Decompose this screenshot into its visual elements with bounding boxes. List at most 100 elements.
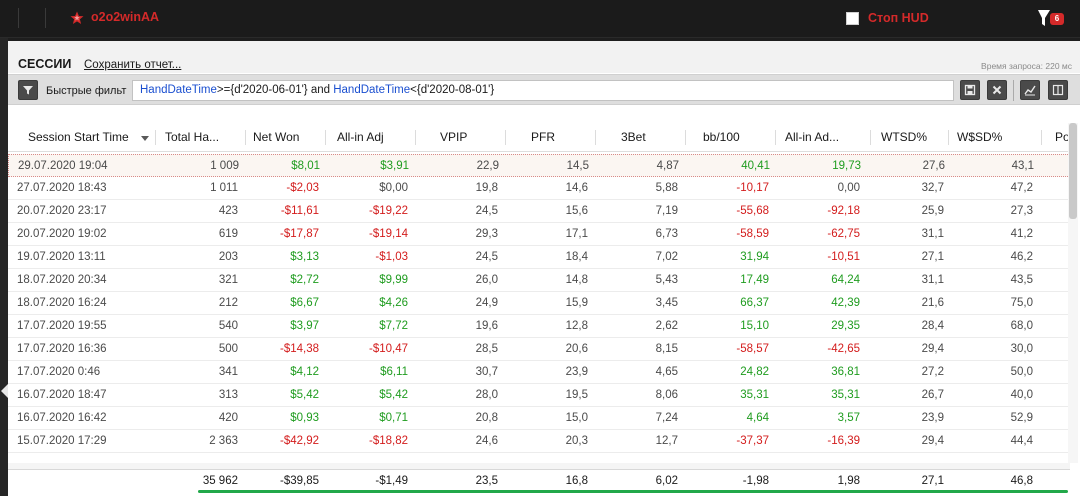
column-header-vpip[interactable]: VPIP	[416, 123, 506, 152]
save-report-link[interactable]: Сохранить отчет...	[84, 59, 181, 71]
sort-descending-icon	[141, 136, 149, 141]
table-row[interactable]: 17.07.2020 19:55 540 $3,97 $7,72 19,6 12,8 2,6…	[8, 315, 1070, 338]
table-row[interactable]: 20.07.2020 19:02 619 -$17,87 -$19,14 29,3 17,…	[8, 223, 1070, 246]
clear-filter-button[interactable]	[987, 80, 1007, 100]
cell-all-in-adj-bb: 29,35	[831, 320, 860, 332]
column-layout-button[interactable]	[1048, 80, 1068, 100]
column-header-total-hands[interactable]: Total Ha...	[156, 123, 246, 152]
cell-session-start-time: 19.07.2020 13:11	[17, 251, 106, 263]
table-row[interactable]: 27.07.2020 18:43 1 011 -$2,03 $0,00 19,8 14,6…	[8, 177, 1070, 200]
cell-net-won: -$2,03	[286, 182, 319, 194]
column-header-label: All-in Ad...	[785, 130, 840, 144]
stop-hud-checkbox[interactable]	[846, 12, 859, 25]
cell-wtsd: 29,4	[921, 435, 944, 447]
cell-vpip: 28,0	[475, 389, 498, 401]
page-title: СЕССИИ	[18, 57, 72, 71]
column-header-label: W$SD%	[957, 130, 1003, 144]
collapse-arrow-icon[interactable]	[1, 384, 8, 398]
cell-net-won: $0,93	[290, 412, 319, 424]
cell-total-hands: 321	[218, 274, 238, 286]
close-icon	[992, 85, 1002, 95]
line-chart-icon	[1024, 85, 1036, 96]
cell-all-in-adj: -$10,47	[368, 343, 408, 355]
notification-badge[interactable]: 6	[1050, 13, 1064, 25]
column-header-net-won[interactable]: Net Won	[246, 123, 326, 152]
chart-view-button[interactable]	[1020, 80, 1040, 100]
filter-token: HandDateTime	[140, 84, 217, 96]
table-row[interactable]: 17.07.2020 16:36 500 -$14,38 -$10,47 28,5 20,…	[8, 338, 1070, 361]
cell-total-hands: 2 363	[209, 435, 238, 447]
table-row[interactable]: 19.07.2020 13:11 203 $3,13 -$1,03 24,5 18,4 7,…	[8, 246, 1070, 269]
table-row[interactable]: 18.07.2020 20:34 321 $2,72 $9,99 26,0 14,8 5,4…	[8, 269, 1070, 292]
table-row[interactable]: 15.07.2020 17:29 2 363 -$42,92 -$18,82 24,6 2…	[8, 430, 1070, 453]
column-header-all-in-adj-bb[interactable]: All-in Ad...	[776, 123, 871, 152]
cell-wssd: 47,2	[1010, 182, 1033, 194]
cell-wssd: 41,2	[1010, 228, 1033, 240]
cell-net-won: $6,67	[290, 297, 319, 309]
filter-token: >=	[216, 84, 231, 96]
cell-3bet: 8,06	[655, 389, 678, 401]
column-header-3bet[interactable]: 3Bet	[596, 123, 686, 152]
toolbar-divider	[1013, 80, 1014, 101]
cell-all-in-adj-bb: -10,51	[827, 251, 860, 263]
save-filter-button[interactable]	[960, 80, 980, 100]
cell-wtsd: 21,6	[921, 297, 944, 309]
table-row[interactable]: 29.07.2020 19:04 1 009 $8,01 $3,91 22,9 14,5 4…	[8, 154, 1070, 177]
funnel-icon	[23, 86, 33, 95]
toolbar-divider	[18, 8, 19, 28]
table-row[interactable]: 17.07.2020 0:46 341 $4,12 $6,11 30,7 23,9 4,65…	[8, 361, 1070, 384]
column-header-pfr[interactable]: PFR	[506, 123, 596, 152]
vertical-scrollbar[interactable]	[1068, 123, 1078, 463]
table-row[interactable]: 20.07.2020 23:17 423 -$11,61 -$19,22 24,5 15,…	[8, 200, 1070, 223]
cell-total-hands: 203	[218, 251, 238, 263]
column-header-label: 3Bet	[621, 130, 646, 144]
cell-bb-100: -10,17	[736, 182, 769, 194]
cell-bb-100: 24,82	[740, 366, 769, 378]
total-all-in-adj-bb: 1,98	[837, 475, 860, 487]
cell-pfr: 12,8	[565, 320, 588, 332]
cell-wssd: 68,0	[1010, 320, 1033, 332]
player-name[interactable]: o2o2winAA	[91, 10, 159, 24]
cell-bb-100: 35,31	[740, 389, 769, 401]
total-wtsd: 27,1	[921, 475, 944, 487]
cell-wssd: 40,0	[1010, 389, 1033, 401]
totals-row: 35 962 -$39,85 -$1,49 23,5 16,8 6,02 -1,98 1,98…	[8, 469, 1070, 491]
cell-bb-100: 66,37	[740, 297, 769, 309]
column-header-bb-100[interactable]: bb/100	[686, 123, 776, 152]
cell-3bet: 7,02	[655, 251, 678, 263]
filter-button[interactable]	[18, 80, 38, 100]
cell-all-in-adj: $3,91	[380, 160, 409, 172]
cell-total-hands: 540	[218, 320, 238, 332]
table-row-partial[interactable]	[8, 453, 1070, 463]
cell-wssd: 44,4	[1010, 435, 1033, 447]
cell-net-won: $2,72	[290, 274, 319, 286]
scrollbar-thumb[interactable]	[1069, 123, 1077, 219]
stop-hud-label[interactable]: Стоп HUD	[868, 11, 929, 25]
cell-bb-100: 15,10	[740, 320, 769, 332]
column-header-all-in-adj[interactable]: All-in Adj	[326, 123, 416, 152]
column-header-wssd[interactable]: W$SD%	[949, 123, 1042, 152]
cell-all-in-adj: $7,72	[379, 320, 408, 332]
column-header-label: PFR	[531, 130, 555, 144]
cell-net-won: $5,42	[290, 389, 319, 401]
cell-all-in-adj-bb: -16,39	[827, 435, 860, 447]
cell-net-won: $3,13	[290, 251, 319, 263]
cell-vpip: 19,6	[475, 320, 498, 332]
column-header-session-start-time[interactable]: Session Start Time	[8, 123, 156, 152]
cell-3bet: 3,45	[655, 297, 678, 309]
table-row[interactable]: 18.07.2020 16:24 212 $6,67 $4,26 24,9 15,9 3,4…	[8, 292, 1070, 315]
column-header-partial[interactable]: Po	[1042, 123, 1070, 152]
table-row[interactable]: 16.07.2020 18:47 313 $5,42 $5,42 28,0 19,5 8,0…	[8, 384, 1070, 407]
cell-bb-100: 40,41	[741, 160, 770, 172]
cell-wtsd: 26,7	[921, 389, 944, 401]
table-row[interactable]: 16.07.2020 16:42 420 $0,93 $0,71 20,8 15,0 7,2…	[8, 407, 1070, 430]
cell-vpip: 20,8	[475, 412, 498, 424]
cell-pfr: 20,6	[565, 343, 588, 355]
column-header-label: Total Ha...	[165, 130, 220, 144]
filter-expression-input[interactable]: HandDateTime>={d'2020-06-01'} and HandDa…	[132, 80, 954, 101]
column-header-wtsd[interactable]: WTSD%	[871, 123, 949, 152]
cell-total-hands: 313	[218, 389, 238, 401]
cell-all-in-adj: $9,99	[379, 274, 408, 286]
cell-wtsd: 28,4	[921, 320, 944, 332]
cell-total-hands: 423	[218, 205, 238, 217]
